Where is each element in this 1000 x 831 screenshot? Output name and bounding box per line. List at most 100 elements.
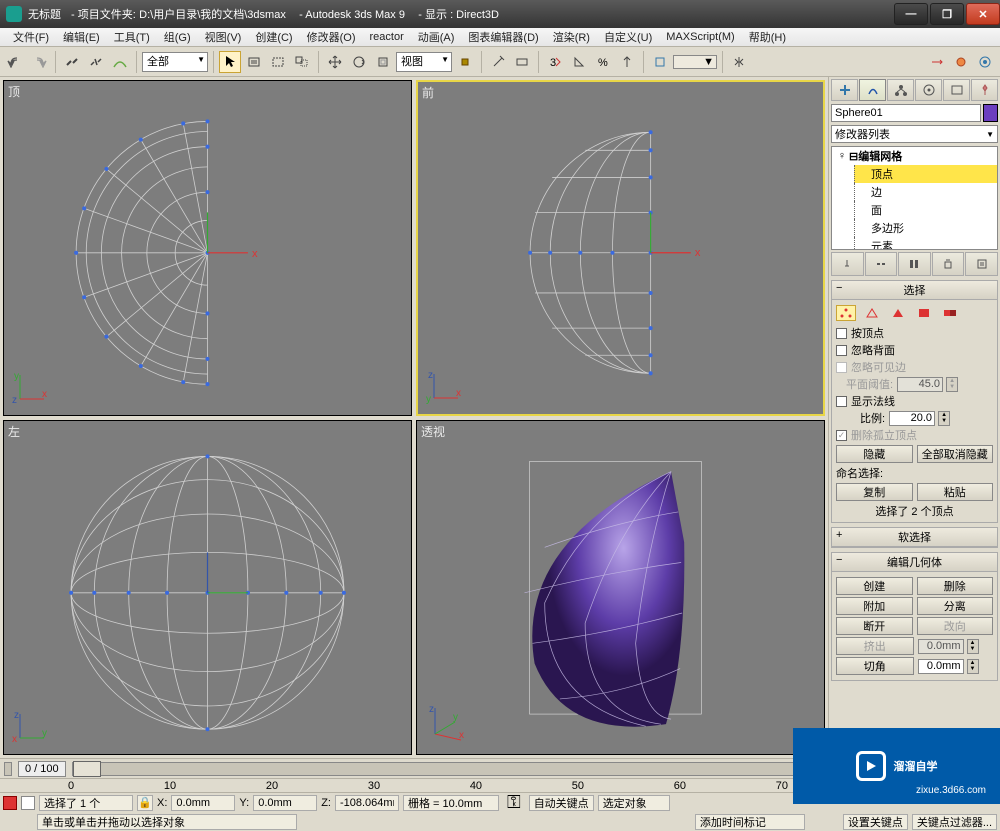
time-scroll-left[interactable] <box>4 762 12 776</box>
menu-view[interactable]: 视图(V) <box>198 27 249 47</box>
time-tag-button[interactable]: 添加时间标记 <box>695 814 805 830</box>
setkey-button[interactable]: 设置关键点 <box>843 814 908 830</box>
menu-custom[interactable]: 自定义(U) <box>597 27 659 47</box>
keymode-dropdown[interactable]: 选定对象 <box>598 795 670 811</box>
chamfer-value-input[interactable] <box>918 659 964 674</box>
menu-maxscript[interactable]: MAXScript(M) <box>659 29 741 45</box>
pin-stack-button[interactable] <box>831 252 864 276</box>
y-coord-input[interactable] <box>253 795 317 811</box>
create-geom-button[interactable]: 创建 <box>836 577 913 595</box>
lock-selection-button[interactable]: 🔒 <box>137 795 153 811</box>
tab-modify[interactable] <box>859 79 886 101</box>
paste-sel-button[interactable]: 粘贴 <box>917 483 994 501</box>
modifier-list-dropdown[interactable]: 修改器列表 <box>831 125 998 143</box>
maximize-button[interactable]: ❐ <box>930 3 964 25</box>
keyfilter-button[interactable]: 关键点过滤器... <box>912 814 997 830</box>
menu-edit[interactable]: 编辑(E) <box>56 27 107 47</box>
quick-render-button[interactable] <box>974 51 996 73</box>
select-region-rect-button[interactable] <box>267 51 289 73</box>
selection-filter-dropdown[interactable]: 全部 <box>142 52 208 72</box>
menu-render[interactable]: 渲染(R) <box>546 27 597 47</box>
viewport-front[interactable]: 前 <box>416 80 825 416</box>
delete-geom-button[interactable]: 删除 <box>917 577 994 595</box>
menu-create[interactable]: 创建(C) <box>248 27 299 47</box>
subobj-poly-icon[interactable] <box>914 305 934 321</box>
spinner-snap-button[interactable] <box>616 51 638 73</box>
axis-constr-button[interactable] <box>926 51 948 73</box>
pivot-center-button[interactable] <box>454 51 476 73</box>
window-crossing-button[interactable] <box>291 51 313 73</box>
subobj-edge-icon[interactable] <box>862 305 882 321</box>
make-unique-button[interactable] <box>898 252 931 276</box>
subobj-face-icon[interactable] <box>888 305 908 321</box>
link-button[interactable] <box>61 51 83 73</box>
minimize-button[interactable]: — <box>894 3 928 25</box>
stack-edge[interactable]: 边 <box>854 183 997 201</box>
tab-utilities[interactable] <box>971 79 998 101</box>
redo-button[interactable] <box>28 51 50 73</box>
select-button[interactable] <box>219 51 241 73</box>
menu-modifiers[interactable]: 修改器(O) <box>300 27 363 47</box>
select-manipulate-button[interactable] <box>487 51 509 73</box>
close-button[interactable]: ✕ <box>966 3 1000 25</box>
unhide-all-button[interactable]: 全部取消隐藏 <box>917 445 994 463</box>
tab-motion[interactable] <box>915 79 942 101</box>
undo-button[interactable] <box>4 51 26 73</box>
keyboard-shortcut-button[interactable] <box>511 51 533 73</box>
menu-anim[interactable]: 动画(A) <box>411 27 462 47</box>
stack-vertex[interactable]: 顶点 <box>854 165 997 183</box>
named-selset-button[interactable] <box>649 51 671 73</box>
viewport-left[interactable]: 左 <box>3 420 412 756</box>
script-listener-button[interactable] <box>3 796 17 810</box>
x-coord-input[interactable] <box>171 795 235 811</box>
show-normals-checkbox[interactable] <box>836 396 847 407</box>
select-byname-button[interactable] <box>243 51 265 73</box>
copy-sel-button[interactable]: 复制 <box>836 483 913 501</box>
menu-tools[interactable]: 工具(T) <box>107 27 157 47</box>
attach-button[interactable]: 附加 <box>836 597 913 615</box>
chamfer-button[interactable]: 切角 <box>836 657 914 675</box>
refcoord-dropdown[interactable]: 视图 <box>396 52 452 72</box>
object-color-swatch[interactable] <box>983 104 998 122</box>
by-vertex-checkbox[interactable] <box>836 328 847 339</box>
menu-group[interactable]: 组(G) <box>157 27 198 47</box>
tab-hierarchy[interactable] <box>887 79 914 101</box>
modifier-stack[interactable]: ♀⊟ 编辑网格 顶点 边 面 多边形 元素 Sphere <box>831 146 998 250</box>
snap-toggle-button[interactable]: 3 <box>544 51 566 73</box>
percent-snap-button[interactable]: % <box>592 51 614 73</box>
show-end-result-button[interactable] <box>865 252 898 276</box>
break-button[interactable]: 断开 <box>836 617 913 635</box>
stack-element[interactable]: 元素 <box>854 237 997 250</box>
hide-button[interactable]: 隐藏 <box>836 445 913 463</box>
ignore-backface-checkbox[interactable] <box>836 345 847 356</box>
angle-snap-button[interactable] <box>568 51 590 73</box>
normal-scale-input[interactable] <box>889 411 935 426</box>
viewport-perspective[interactable]: 透视 <box>416 420 825 756</box>
remove-mod-button[interactable] <box>932 252 965 276</box>
subobj-element-icon[interactable] <box>940 305 960 321</box>
mirror-button[interactable] <box>728 51 750 73</box>
z-coord-input[interactable] <box>335 795 399 811</box>
menu-graph[interactable]: 图表编辑器(D) <box>461 27 545 47</box>
rotate-button[interactable] <box>348 51 370 73</box>
scale-button[interactable] <box>372 51 394 73</box>
stack-face[interactable]: 面 <box>854 201 997 219</box>
subobj-vertex-icon[interactable] <box>836 305 856 321</box>
key-icon[interactable]: ⚿ <box>503 792 525 813</box>
autokey-button[interactable]: 自动关键点 <box>529 795 594 811</box>
tab-display[interactable] <box>943 79 970 101</box>
unlink-button[interactable] <box>85 51 107 73</box>
move-button[interactable] <box>324 51 346 73</box>
named-selset-dropdown[interactable]: ▼ <box>673 55 717 69</box>
tab-create[interactable] <box>831 79 858 101</box>
configure-sets-button[interactable] <box>965 252 998 276</box>
menu-help[interactable]: 帮助(H) <box>742 27 793 47</box>
render-scene-button[interactable] <box>950 51 972 73</box>
viewport-top[interactable]: 顶 <box>3 80 412 416</box>
detach-button[interactable]: 分离 <box>917 597 994 615</box>
menu-reactor[interactable]: reactor <box>363 29 411 45</box>
object-name-input[interactable] <box>831 104 981 122</box>
script-editor-button[interactable] <box>21 796 35 810</box>
menu-file[interactable]: 文件(F) <box>6 27 56 47</box>
bind-spacewarp-button[interactable] <box>109 51 131 73</box>
